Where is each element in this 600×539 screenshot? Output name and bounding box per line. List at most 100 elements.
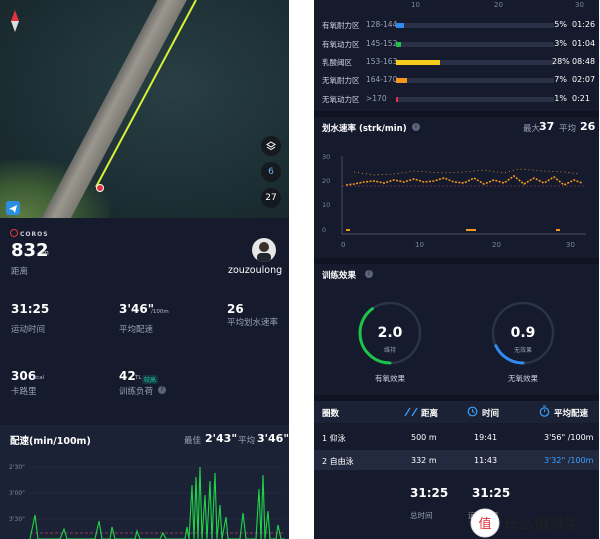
lap-row[interactable]: 2 自由泳 332 m 11:43 3'32" /100m — [314, 450, 599, 470]
stroke-ytick: 10 — [322, 201, 330, 209]
zone-time: 01:26 — [572, 20, 596, 29]
hr-axis-tick: 10 — [411, 1, 420, 9]
zone-bar-fill — [396, 42, 401, 47]
anaerobic-value: 0.9 — [510, 325, 536, 341]
pace-best-value: 2'43" — [205, 432, 238, 445]
zone-name: 乳酸阈区 — [322, 58, 352, 67]
compass-needle-icon[interactable] — [9, 10, 21, 32]
effect-gauges — [358, 301, 555, 365]
distance-icon — [404, 407, 418, 417]
zone-pct: 7% — [554, 75, 567, 84]
stat-stroke-value: 26 — [227, 302, 244, 316]
stat-stroke-label: 平均划水速率 — [227, 318, 279, 328]
zone-range: 164-170 — [366, 75, 398, 84]
info-icon[interactable]: ? — [158, 386, 166, 394]
stroke-rate-chart: 30 20 10 0 0 10 20 30 — [322, 153, 586, 249]
right-screen: 10 20 30 有氧耐力区 128-144 5% 01:26 有氧动力区 14… — [314, 0, 599, 539]
aerobic-label: 有氧效果 — [375, 374, 405, 383]
svg-text:值: 值 — [478, 516, 491, 532]
zone-pct: 1% — [554, 94, 567, 103]
pace-chart: 2'30" 3'00" 3'30" — [9, 464, 285, 539]
stat-calories-label: 卡路里 — [11, 387, 37, 397]
info-icon[interactable]: i — [412, 123, 420, 131]
zone-range: >170 — [366, 94, 387, 103]
zone-bar — [396, 23, 554, 28]
zone-name: 有氧动力区 — [322, 40, 360, 49]
divider — [314, 111, 599, 117]
stat-load-label: 训练负荷 — [119, 387, 154, 397]
pace-ytick: 2'30" — [9, 464, 25, 471]
zone-name: 无氧耐力区 — [322, 76, 360, 85]
stroke-xtick: 20 — [492, 241, 501, 249]
lap-distance: 500 m — [411, 433, 437, 442]
lap-row[interactable]: 1 仰泳 500 m 19:41 3'56" /100m — [314, 427, 599, 447]
clock-icon — [467, 406, 478, 417]
stroke-max-value: 37 — [539, 120, 555, 133]
zone-name: 有氧耐力区 — [322, 21, 360, 30]
pace-ytick: 3'30" — [9, 516, 25, 523]
watermark-text: 什么值得买 — [504, 515, 580, 533]
distance-label: 距离 — [11, 267, 29, 277]
username: zouzoulong — [228, 265, 283, 276]
pace-header[interactable]: 平均配速 — [554, 407, 588, 419]
stroke-xtick: 30 — [566, 241, 575, 249]
anaerobic-label: 无氧效果 — [508, 374, 538, 383]
zone-time: 01:04 — [572, 39, 596, 48]
divider — [314, 258, 599, 264]
stat-time-label: 运动时间 — [11, 325, 46, 335]
zone-range: 153-163 — [366, 57, 398, 66]
zone-bar-fill — [396, 60, 441, 65]
aerobic-sub: 维持 — [383, 347, 396, 354]
hr-zone-row: 有氧动力区 145-152 3% 01:04 — [314, 39, 599, 51]
distance-header[interactable]: 距离 — [421, 407, 438, 419]
zoom-level-button[interactable]: 6 — [261, 162, 281, 182]
watermark: 值 什么值得买 — [470, 506, 600, 539]
route-map[interactable]: 6 27 — [0, 0, 289, 218]
stroke-ytick: 20 — [322, 177, 330, 185]
lap-distance: 332 m — [411, 456, 437, 465]
stat-pace-value: 3'46" — [119, 302, 154, 316]
zone-bar — [396, 60, 554, 65]
hr-zone-row: 无氧动力区 >170 1% 0:21 — [314, 94, 599, 106]
zone-pct: 28% — [552, 57, 570, 66]
brand-logo: COROS — [10, 229, 49, 238]
stat-calories-unit: kcal — [33, 375, 45, 381]
lap-pace: 3'32" /100m — [544, 456, 594, 465]
zone-bar — [396, 97, 554, 102]
stroke-avg-label: 平均 — [559, 124, 577, 134]
zone-name: 无氧动力区 — [322, 95, 360, 104]
training-effect-title: 训练效果 — [322, 271, 357, 281]
stroke-rate-title: 划水速率 (strk/min) — [322, 124, 407, 134]
info-icon[interactable]: i — [365, 270, 373, 278]
share-plane-icon[interactable] — [6, 201, 20, 215]
zone-bar-fill — [396, 97, 398, 102]
stroke-max-label: 最大 — [523, 124, 541, 134]
lap-time: 11:43 — [474, 456, 498, 465]
aerobic-value: 2.0 — [377, 325, 403, 341]
stat-time-value: 31:25 — [11, 302, 50, 316]
stroke-xtick: 10 — [415, 241, 424, 249]
distance-unit: m — [42, 249, 49, 257]
lap-time: 19:41 — [474, 433, 498, 442]
total-time-label: 总时间 — [410, 511, 433, 520]
lap-name: 1 仰泳 — [322, 434, 346, 443]
pace-avg-label: 平均 — [238, 436, 256, 446]
time-header[interactable]: 时间 — [482, 407, 499, 419]
stat-pace-unit: /100m — [151, 309, 169, 315]
pace-avg-value: 3'46" — [257, 432, 289, 445]
zone-range: 128-144 — [366, 20, 398, 29]
pace-ytick: 3'00" — [9, 490, 25, 497]
stopwatch-icon — [539, 405, 550, 417]
zone-bar-fill — [396, 23, 404, 28]
layers-icon[interactable] — [261, 136, 281, 156]
brand-text: COROS — [20, 231, 49, 238]
stroke-avg-value: 26 — [580, 120, 596, 133]
lap-header[interactable]: 圈数 — [322, 407, 339, 419]
hr-axis-tick: 30 — [575, 1, 584, 9]
zone-bar-fill — [396, 78, 408, 83]
moving-time-value: 31:25 — [472, 486, 511, 500]
stroke-ytick: 0 — [322, 226, 326, 234]
avatar[interactable] — [252, 238, 276, 262]
zone-bar — [396, 78, 554, 83]
watermark-logo-icon: 值 — [470, 508, 500, 538]
